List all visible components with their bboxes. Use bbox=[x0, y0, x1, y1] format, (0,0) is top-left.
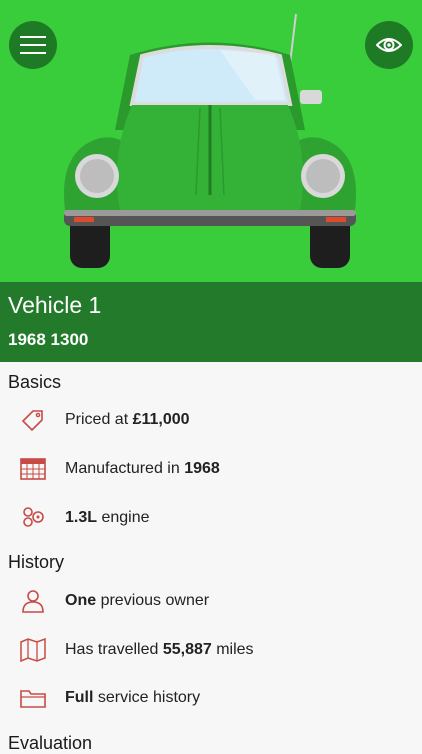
menu-button[interactable] bbox=[9, 21, 57, 69]
vehicle-name: Vehicle 1 bbox=[8, 292, 102, 318]
vehicle-subtitle: 1968 1300 bbox=[8, 330, 89, 349]
car-illustration bbox=[64, 13, 356, 268]
engine-icon bbox=[23, 507, 44, 527]
detail-row-price: Priced at £11,000 bbox=[0, 400, 422, 440]
detail-text-owner: One previous owner bbox=[65, 592, 210, 609]
detail-row-mileage: Has travelled 55,887 miles bbox=[0, 630, 422, 670]
section-title-evaluation: Evaluation bbox=[8, 733, 93, 753]
detail-text-manufactured: Manufactured in 1968 bbox=[65, 460, 220, 477]
section-title-basics: Basics bbox=[8, 372, 62, 392]
detail-text-engine: 1.3L engine bbox=[65, 509, 150, 526]
folder-icon bbox=[20, 690, 46, 708]
detail-text-price: Priced at £11,000 bbox=[65, 411, 190, 428]
detail-row-service: Full service history bbox=[0, 678, 422, 718]
detail-text-service: Full service history bbox=[65, 689, 201, 706]
person-icon bbox=[22, 590, 44, 613]
calendar-icon bbox=[20, 458, 46, 480]
view-button[interactable] bbox=[365, 21, 413, 69]
detail-row-engine: 1.3L engine bbox=[0, 498, 422, 538]
detail-row-owner: One previous owner bbox=[0, 581, 422, 621]
section-title-history: History bbox=[8, 552, 65, 572]
vehicle-hero bbox=[0, 0, 422, 282]
vehicle-title-band: Vehicle 1 1968 1300 bbox=[0, 282, 422, 362]
detail-text-mileage: Has travelled 55,887 miles bbox=[65, 641, 254, 658]
eye-icon bbox=[376, 38, 402, 52]
vehicle-details: Basics Priced at £11,000 Manufactured in… bbox=[0, 362, 422, 753]
map-icon bbox=[20, 638, 46, 662]
detail-row-manufactured: Manufactured in 1968 bbox=[0, 449, 422, 489]
hamburger-icon bbox=[20, 36, 46, 54]
price-tag-icon bbox=[21, 410, 43, 432]
